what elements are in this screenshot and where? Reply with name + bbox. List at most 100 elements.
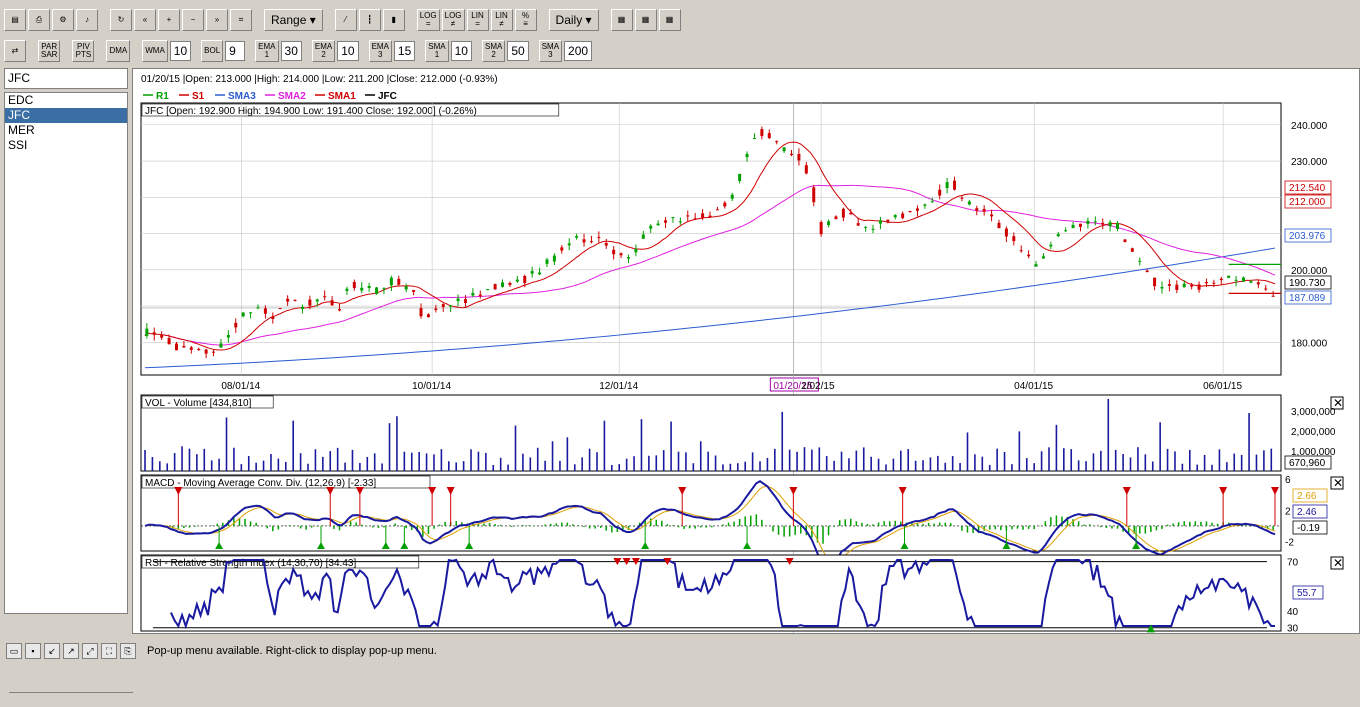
- ema1-button[interactable]: EMA 1: [255, 40, 279, 62]
- y-tick-label: 180.000: [1291, 338, 1328, 349]
- candle-body: [1108, 222, 1112, 227]
- candle-body: [441, 304, 445, 308]
- draw-tool-button[interactable]: ⇄: [4, 40, 26, 62]
- save-icon[interactable]: ▪: [25, 643, 41, 659]
- candle-body: [641, 234, 645, 239]
- candle-body: [1234, 279, 1238, 281]
- scroll-right-button[interactable]: »: [206, 9, 228, 31]
- arrow-down-icon[interactable]: ↙: [44, 643, 60, 659]
- candle-body: [760, 129, 764, 136]
- candle-body: [1027, 254, 1031, 257]
- candle-body: [1093, 221, 1097, 223]
- ema1-period-input[interactable]: 30: [280, 41, 302, 61]
- ema2-button[interactable]: EMA 2: [311, 40, 336, 62]
- candle-body: [804, 165, 808, 174]
- candle-body: [1219, 278, 1223, 281]
- print-chart-button[interactable]: ⎙: [28, 9, 50, 31]
- candle-body: [1271, 295, 1275, 297]
- candle-body: [338, 309, 342, 311]
- sma2-button[interactable]: SMA 2: [481, 40, 506, 62]
- log-eq-scale-button[interactable]: LOG =: [416, 9, 440, 31]
- candle-body: [1078, 223, 1082, 227]
- candle-body: [486, 289, 490, 291]
- bar-chart-button[interactable]: ┇: [358, 9, 381, 31]
- status-bar: ▭ ▪ ↙ ↗ ⤢ ⛶ ⎘ Pop-up menu available. Rig…: [0, 638, 1360, 664]
- dma-button[interactable]: DMA: [106, 40, 131, 62]
- candle-body: [730, 194, 734, 199]
- bol-period-input[interactable]: 9: [225, 41, 246, 61]
- sma1-button[interactable]: SMA 1: [425, 40, 449, 62]
- color-icon[interactable]: ▦: [634, 9, 657, 31]
- sma1-period-input[interactable]: 10: [450, 41, 472, 61]
- symbol-list[interactable]: EDC JFC MER SSI: [4, 92, 133, 693]
- sma2-period-input[interactable]: 50: [507, 41, 529, 61]
- candle-body: [745, 153, 749, 158]
- candle-body: [982, 208, 986, 212]
- price-marker-label: 212.000: [1289, 197, 1326, 208]
- x-tick-label: 10/01/14: [412, 381, 451, 392]
- candle-body: [286, 298, 290, 302]
- symbol-item-ssi[interactable]: SSI: [5, 138, 127, 153]
- candle-body: [923, 204, 927, 206]
- refresh-button[interactable]: ↻: [110, 9, 132, 31]
- candle-body: [1101, 222, 1105, 225]
- period-dropdown[interactable]: Daily ▾: [548, 9, 599, 31]
- candle-body: [656, 223, 660, 226]
- arrow-diag-icon[interactable]: ↗: [63, 643, 79, 659]
- legend-entry-sma2: SMA2: [278, 91, 306, 102]
- candle-body: [678, 221, 682, 223]
- symbol-item-edc[interactable]: EDC: [5, 93, 127, 108]
- log-neq-scale-button[interactable]: LOG ≠: [441, 9, 465, 31]
- symbol-item-jfc[interactable]: JFC: [5, 108, 127, 123]
- x-tick-label: 04/01/15: [1014, 381, 1053, 392]
- zoom-in-button[interactable]: +: [158, 9, 180, 31]
- rsi-tick-label: 40: [1287, 607, 1299, 618]
- candle-body: [219, 343, 223, 348]
- scroll-left-button[interactable]: «: [134, 9, 156, 31]
- ema3-button[interactable]: EMA 3: [368, 40, 392, 62]
- table-icon[interactable]: ▦: [658, 9, 681, 31]
- candle-body: [975, 208, 979, 211]
- sma3-period-input[interactable]: 200: [564, 41, 593, 61]
- sound-button[interactable]: ♪: [76, 9, 98, 31]
- piv-pts-button[interactable]: PIV PTS: [72, 40, 95, 62]
- symbol-input[interactable]: JFC: [4, 68, 128, 89]
- candle-body: [174, 343, 178, 351]
- chart-area[interactable]: 01/20/15 |Open: 213.000 |High: 214.000 |…: [132, 68, 1360, 635]
- ema2-period-input[interactable]: 10: [337, 41, 359, 61]
- layout-icon[interactable]: ▦: [610, 9, 633, 31]
- wma-period-input[interactable]: 10: [169, 41, 192, 61]
- chart-svg[interactable]: 01/20/15 |Open: 213.000 |High: 214.000 |…: [133, 69, 1360, 635]
- percent-scale-button[interactable]: % ≡: [514, 9, 537, 31]
- candle-body: [612, 249, 616, 255]
- bol-button[interactable]: BOL: [201, 40, 224, 62]
- lin-neq-scale-button[interactable]: LIN ≠: [490, 9, 513, 31]
- expand-icon[interactable]: ⤢: [82, 643, 98, 659]
- legend-entry-jfc: JFC: [378, 91, 397, 102]
- ema3-period-input[interactable]: 15: [393, 41, 416, 61]
- sma3-button[interactable]: SMA 3: [538, 40, 563, 62]
- candle-body: [604, 243, 608, 246]
- zoom-out-button[interactable]: −: [182, 9, 204, 31]
- fit-button[interactable]: ⌗: [230, 9, 252, 31]
- price-panel-title: JFC [Open: 192.900 High: 194.900 Low: 19…: [145, 106, 477, 117]
- macd-panel-close-glyph: ✕: [1333, 476, 1343, 490]
- copy-icon[interactable]: ⎘: [120, 643, 136, 659]
- fullscreen-icon[interactable]: ⛶: [101, 643, 117, 659]
- indicator-toolbar: ⇄ PAR SAR PIV PTS DMA WMA 10 BOL 9 EMA 1 30 EMA 21…: [0, 36, 1360, 66]
- range-dropdown[interactable]: Range ▾: [264, 9, 323, 31]
- candle-body: [560, 247, 564, 251]
- macd-marker-label: -0.19: [1297, 523, 1320, 534]
- open-icon[interactable]: ▭: [6, 643, 22, 659]
- candle-body: [419, 308, 423, 317]
- wma-button[interactable]: WMA: [142, 40, 168, 62]
- candle-chart-button[interactable]: ▮: [382, 9, 405, 31]
- save-chart-button[interactable]: ▤: [4, 9, 26, 31]
- line-chart-button[interactable]: ⁄: [334, 9, 357, 31]
- lin-eq-scale-button[interactable]: LIN =: [466, 9, 489, 31]
- candle-body: [790, 153, 794, 156]
- symbol-item-mer[interactable]: MER: [5, 123, 127, 138]
- par-sar-button[interactable]: PAR SAR: [38, 40, 61, 62]
- rsi-marker-label: 55.7: [1297, 588, 1317, 599]
- settings-button[interactable]: ⚙: [52, 9, 74, 31]
